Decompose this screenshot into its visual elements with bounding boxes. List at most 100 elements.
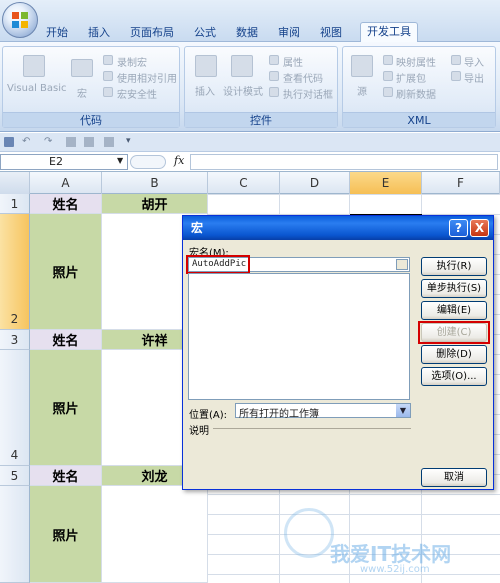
tab-page-layout[interactable]: 页面布局 [126, 25, 178, 41]
column-header-c[interactable]: C [208, 172, 280, 194]
run-dialog-icon [269, 87, 279, 97]
source-button[interactable]: 源 [357, 83, 367, 98]
view-code-icon [269, 71, 279, 81]
office-logo-icon [12, 12, 28, 28]
tab-view[interactable]: 视图 [314, 25, 348, 41]
tab-formulas[interactable]: 公式 [188, 25, 222, 41]
row-header-2[interactable]: 2 [0, 214, 30, 330]
cell-b1[interactable]: 胡开 [102, 194, 208, 214]
watermark-text: 我爱IT技术网 [330, 542, 452, 566]
highlight-macro-name [186, 255, 250, 274]
cell-a5[interactable]: 姓名 [30, 466, 102, 486]
column-header-e[interactable]: E [350, 172, 422, 194]
expansion-packs-button[interactable]: 扩展包 [396, 70, 426, 85]
row-header-3[interactable]: 3 [0, 330, 30, 350]
redo-icon[interactable]: ↷ [44, 137, 56, 147]
view-code-button[interactable]: 查看代码 [283, 70, 323, 85]
cell-a6[interactable]: 照片 [30, 486, 102, 583]
row-header-5[interactable]: 5 [0, 466, 30, 486]
close-button[interactable]: X [470, 219, 489, 237]
cell-a3[interactable]: 姓名 [30, 330, 102, 350]
map-properties-button[interactable]: 映射属性 [396, 54, 436, 69]
group-xml: 源 映射属性 扩展包 刷新数据 导入 导出 XML [342, 46, 496, 128]
refresh-data-button[interactable]: 刷新数据 [396, 86, 436, 101]
column-header-d[interactable]: D [280, 172, 350, 194]
step-into-button[interactable]: 单步执行(S) [421, 279, 487, 298]
location-select[interactable]: 所有打开的工作簿 ▼ [235, 403, 411, 420]
row-header-1[interactable]: 1 [0, 194, 30, 214]
import-button[interactable]: 导入 [464, 54, 484, 69]
visual-basic-icon [23, 55, 45, 77]
group-code-label: 代码 [3, 112, 179, 127]
design-mode-icon [231, 55, 253, 77]
qat-tool-icon[interactable] [84, 137, 94, 147]
office-button[interactable] [2, 2, 38, 38]
source-icon [351, 55, 373, 77]
column-header-a[interactable]: A [30, 172, 102, 194]
qat-tool-icon[interactable] [104, 137, 114, 147]
run-button[interactable]: 执行(R) [421, 257, 487, 276]
cell-a2[interactable]: 照片 [30, 214, 102, 330]
watermark-url: www.52ij.com [360, 564, 430, 575]
name-box-dropdown-icon[interactable]: ▼ [117, 156, 123, 165]
export-icon [451, 71, 461, 81]
dialog-title: 宏 [191, 221, 204, 235]
dialog-title-bar[interactable]: 宏 [183, 216, 493, 240]
help-button[interactable]: ? [449, 219, 468, 237]
highlight-create-button [418, 321, 490, 344]
save-icon[interactable] [4, 137, 14, 147]
qat-tool-icon[interactable] [66, 137, 76, 147]
description-divider [213, 428, 411, 429]
cancel-button[interactable]: 取消 [421, 468, 487, 487]
macro-security-button[interactable]: 宏安全性 [117, 86, 157, 101]
insert-control-button[interactable]: 插入 [195, 83, 215, 98]
tab-data[interactable]: 数据 [230, 25, 264, 41]
design-mode-button[interactable]: 设计模式 [223, 83, 263, 98]
export-button[interactable]: 导出 [464, 70, 484, 85]
select-all-corner[interactable] [0, 172, 30, 194]
group-xml-label: XML [343, 112, 495, 127]
import-icon [451, 55, 461, 65]
properties-icon [269, 55, 279, 65]
formula-input[interactable] [190, 154, 498, 170]
properties-button[interactable]: 属性 [283, 54, 303, 69]
insert-function-icon[interactable]: fx [174, 154, 188, 167]
map-properties-icon [383, 55, 393, 65]
tab-home[interactable]: 开始 [40, 25, 74, 41]
quick-access-toolbar: ↶ ↷ ▾ [0, 133, 500, 152]
edit-button[interactable]: 编辑(E) [421, 301, 487, 320]
cell-a4[interactable]: 照片 [30, 350, 102, 466]
column-header-f[interactable]: F [422, 172, 500, 194]
cell-b6[interactable] [102, 486, 208, 583]
visual-basic-button[interactable]: Visual Basic [7, 83, 67, 94]
formula-expand-icon[interactable] [130, 155, 166, 169]
watermark-logo-icon [284, 508, 334, 558]
delete-button[interactable]: 删除(D) [421, 345, 487, 364]
options-button[interactable]: 选项(O)... [421, 367, 487, 386]
chevron-down-icon[interactable]: ▼ [396, 404, 410, 417]
undo-icon[interactable]: ↶ [22, 137, 34, 147]
relative-ref-button[interactable]: 使用相对引用 [117, 70, 177, 85]
row-header-6[interactable] [0, 486, 30, 583]
column-header-b[interactable]: B [102, 172, 208, 194]
name-box[interactable]: E2 [0, 154, 128, 170]
expansion-packs-icon [383, 71, 393, 81]
macro-security-icon [103, 87, 113, 97]
row-header-4[interactable]: 4 [0, 350, 30, 466]
group-controls: 插入 设计模式 属性 查看代码 执行对话框 控件 [184, 46, 338, 128]
tab-review[interactable]: 审阅 [272, 25, 306, 41]
macro-browse-icon[interactable] [396, 259, 408, 270]
tab-developer[interactable]: 开发工具 [360, 22, 418, 42]
formula-bar: E2 ▼ fx [0, 152, 500, 172]
column-headers: A B C D E F [0, 172, 500, 194]
tab-insert[interactable]: 插入 [82, 25, 116, 41]
ribbon-body: Visual Basic 宏 录制宏 使用相对引用 宏安全性 代码 插入 设计模… [0, 42, 500, 132]
qat-customize-icon[interactable]: ▾ [126, 136, 131, 146]
cell-a1[interactable]: 姓名 [30, 194, 102, 214]
insert-control-icon [195, 55, 217, 77]
macro-list[interactable] [188, 273, 410, 400]
record-macro-button[interactable]: 录制宏 [117, 54, 147, 69]
ribbon-tab-row: 开始 插入 页面布局 公式 数据 审阅 视图 开发工具 [0, 0, 500, 42]
macros-button[interactable]: 宏 [77, 85, 87, 100]
run-dialog-button[interactable]: 执行对话框 [283, 86, 333, 101]
